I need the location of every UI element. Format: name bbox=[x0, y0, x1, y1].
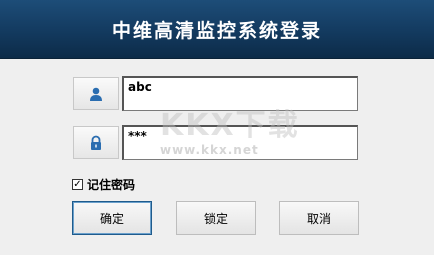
username-icon-box bbox=[73, 77, 119, 110]
password-value: *** bbox=[128, 129, 147, 143]
remember-label: 记住密码 bbox=[87, 178, 136, 192]
lock-button[interactable]: 锁定 bbox=[176, 201, 256, 235]
window-title: 中维高清监控系统登录 bbox=[111, 19, 322, 42]
watermark-logo: KKX下载 bbox=[160, 108, 300, 143]
watermark-url: www.kkx.net bbox=[160, 143, 259, 157]
lock-icon bbox=[91, 135, 101, 150]
username-value: abc bbox=[128, 80, 152, 94]
user-icon bbox=[90, 87, 102, 101]
confirm-button[interactable]: 确定 bbox=[72, 201, 152, 235]
title-bar: 中维高清监控系统登录 bbox=[0, 0, 434, 59]
cancel-button[interactable]: 取消 bbox=[279, 201, 359, 235]
password-icon-box bbox=[73, 126, 119, 159]
remember-password[interactable]: ✓ 记住密码 bbox=[72, 176, 135, 193]
remember-checkbox[interactable]: ✓ bbox=[72, 179, 83, 190]
